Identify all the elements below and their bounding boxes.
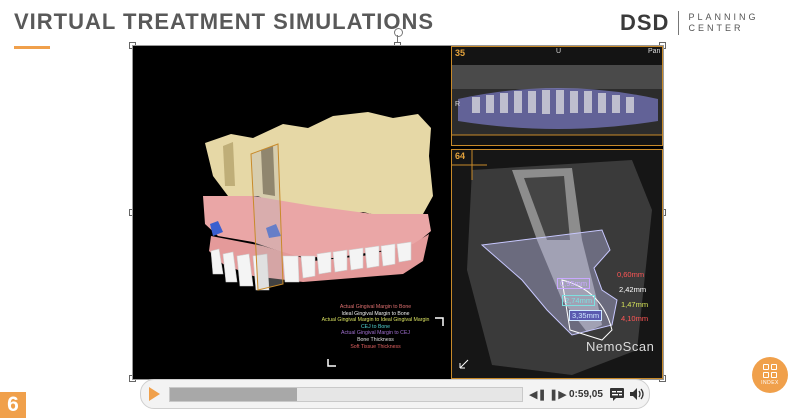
legend-item: Actual Gingival Margin to CEJ xyxy=(341,330,410,337)
grid-icon xyxy=(763,364,777,378)
index-label: INDEX xyxy=(761,380,779,386)
dsd-logo: DSD PLANNING CENTER xyxy=(620,10,758,36)
rewind-icon[interactable]: ◀❚ xyxy=(529,388,547,401)
logo-divider xyxy=(678,11,680,35)
section-number: 64 xyxy=(455,151,466,161)
page-title: VIRTUAL TREATMENT SIMULATIONS xyxy=(14,9,435,34)
progress-fill xyxy=(170,388,297,401)
legend: Actual Gingival Margin to Bone Ideal Gin… xyxy=(313,304,438,350)
volume-icon[interactable] xyxy=(629,387,647,401)
legend-item: Actual Gingival Margin to Ideal Gingival… xyxy=(321,317,430,324)
logo-main-text: DSD xyxy=(620,10,670,35)
watermark: NemoScan xyxy=(586,339,655,354)
legend-item: CEJ to Bone xyxy=(360,323,391,330)
cross-section-view[interactable]: 64 0,95mm 2,74mm 3,35mm 0,60mm 2,42mm 1,… xyxy=(451,149,663,379)
page-number: 6 xyxy=(0,392,26,418)
3d-model-view: Actual Gingival Margin to Bone Ideal Gin… xyxy=(133,46,450,379)
panoramic-view[interactable]: 35 U Pan R xyxy=(451,46,663,146)
logo-subtitle: PLANNING CENTER xyxy=(688,12,758,34)
progress-track[interactable] xyxy=(169,387,523,402)
logo-sub-line2: CENTER xyxy=(688,23,744,33)
measure-left-0: 0,95mm xyxy=(557,278,591,289)
measure-left-2: 3,35mm xyxy=(569,310,603,321)
legend-item: Actual Gingival Margin to Bone xyxy=(339,304,412,310)
index-button[interactable]: INDEX xyxy=(752,357,788,393)
measure-right-3: 4,10mm xyxy=(621,314,649,323)
legend-item: Soft Tissue Thickness xyxy=(350,343,401,350)
rotate-handle[interactable] xyxy=(394,28,403,37)
legend-item: Bone Thickness xyxy=(357,336,394,343)
measure-left-1: 2,74mm xyxy=(562,295,596,306)
title-underline xyxy=(14,46,50,49)
panorama-tag-u: U xyxy=(556,48,562,55)
captions-icon[interactable] xyxy=(609,386,625,402)
video-player-controls: ◀❚ ❚▶ 0:59,05 xyxy=(140,379,650,409)
play-icon[interactable] xyxy=(149,387,160,401)
logo-sub-line1: PLANNING xyxy=(688,12,759,22)
panorama-number: 35 xyxy=(455,48,466,58)
ct-views: 35 U Pan R 64 0,95mm 2,74mm 3,35mm 0,60m… xyxy=(451,46,663,379)
legend-item: Ideal Gingival Margin to Bone xyxy=(341,310,410,317)
panoramic-image xyxy=(452,65,662,136)
video-frame[interactable]: Actual Gingival Margin to Bone Ideal Gin… xyxy=(132,45,664,380)
panorama-tag-pan: Pan xyxy=(648,48,661,55)
measure-right-0: 0,60mm xyxy=(617,270,645,279)
measure-right-2: 1,47mm xyxy=(621,300,649,309)
forward-icon[interactable]: ❚▶ xyxy=(549,388,567,401)
measure-right-1: 2,42mm xyxy=(619,285,647,294)
time-display: 0:59,05 xyxy=(569,389,603,400)
panorama-tag-r: R xyxy=(455,101,461,108)
